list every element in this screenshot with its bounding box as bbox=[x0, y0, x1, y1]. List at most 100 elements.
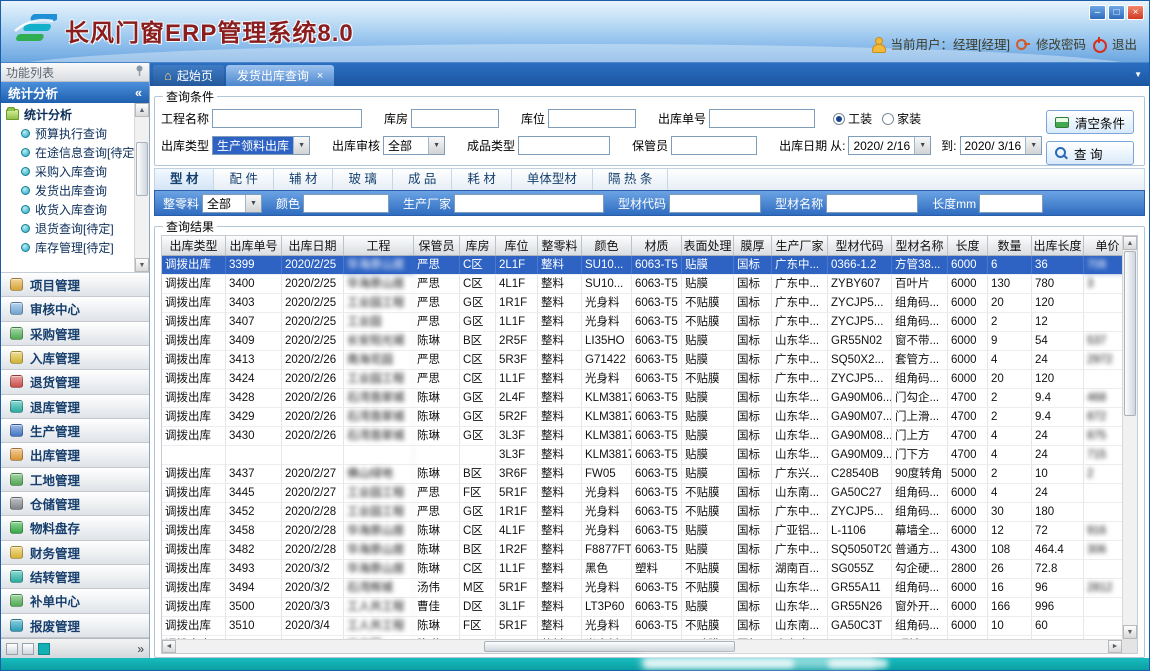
tree-item[interactable]: 退货查询[待定] bbox=[1, 219, 134, 238]
date-to-picker[interactable]: 2020/ 3/16 ▼ bbox=[960, 136, 1043, 155]
column-header[interactable]: 出库单号 bbox=[226, 236, 282, 255]
change-password-link[interactable]: 修改密码 bbox=[1036, 34, 1086, 53]
table-row[interactable]: 调拨出库34242020/2/26工业园工程严思C区1L1F整料光身料6063-… bbox=[162, 370, 1122, 389]
sidebar-menu-item[interactable]: 退库管理 bbox=[1, 395, 149, 419]
tree-item[interactable]: 发货出库查询 bbox=[1, 181, 134, 200]
sidebar-menu-item[interactable]: 审核中心 bbox=[1, 297, 149, 321]
radio-jiazhuang-control[interactable] bbox=[882, 113, 894, 125]
scroll-left-icon[interactable]: ◄ bbox=[162, 640, 176, 653]
material-tab[interactable]: 辅 材 bbox=[274, 169, 333, 190]
table-row[interactable]: 调拨出库34822020/2/28华海原山居陈琳B区1R2F整料F8877FT6… bbox=[162, 541, 1122, 560]
column-header[interactable]: 出库长度 bbox=[1032, 236, 1084, 255]
tree-item[interactable]: 在途信息查询[待定] bbox=[1, 143, 134, 162]
table-row[interactable]: 调拨出库34942020/3/2石湾辉城汤伟M区5R1F整料光身料6063-T5… bbox=[162, 579, 1122, 598]
scroll-down-icon[interactable]: ▼ bbox=[1123, 625, 1137, 639]
material-tab[interactable]: 单体型材 bbox=[512, 169, 593, 190]
column-header[interactable]: 库房 bbox=[460, 236, 496, 255]
table-row[interactable]: 3L3F整料KLM38176063-T5贴膜国标山东华...GA90M09...… bbox=[162, 446, 1122, 465]
table-row[interactable]: 调拨出库34292020/2/26石湾翡翠城陈琳G区5R2F整料KLM38176… bbox=[162, 408, 1122, 427]
column-header[interactable]: 表面处理 bbox=[682, 236, 734, 255]
material-tab[interactable]: 耗 材 bbox=[452, 169, 511, 190]
scroll-right-icon[interactable]: ► bbox=[1108, 640, 1122, 653]
combo-arrow-icon[interactable]: ▼ bbox=[245, 195, 261, 212]
profile-name-input[interactable] bbox=[826, 194, 918, 213]
close-button[interactable]: × bbox=[1127, 5, 1144, 20]
table-horizontal-scrollbar[interactable]: ◄ ► bbox=[162, 639, 1122, 653]
table-row[interactable]: 调拨出库34452020/2/27工业园工程严思F区5R1F整料光身料6063-… bbox=[162, 484, 1122, 503]
scroll-up-icon[interactable]: ▲ bbox=[135, 103, 149, 117]
radio-gongzhuang-control[interactable] bbox=[833, 113, 845, 125]
pin-icon[interactable] bbox=[135, 65, 144, 80]
table-row[interactable]: 调拨出库34002020/2/25华海原山居严思C区4L1F整料SU10...6… bbox=[162, 275, 1122, 294]
column-header[interactable]: 颜色 bbox=[582, 236, 632, 255]
sidebar-menu-item[interactable]: 采购管理 bbox=[1, 322, 149, 346]
tree-scroll-track[interactable] bbox=[135, 117, 149, 258]
combo-arrow-icon[interactable]: ▼ bbox=[428, 137, 444, 154]
footer-tool-icon[interactable] bbox=[38, 643, 50, 655]
tabstrip-dropdown-icon[interactable]: ▼ bbox=[1134, 70, 1142, 79]
table-row[interactable]: 调拨出库34522020/2/28工业园工程严思G区1R1F整料光身料6063-… bbox=[162, 503, 1122, 522]
column-header[interactable]: 单价 bbox=[1084, 236, 1122, 255]
column-header[interactable]: 工程 bbox=[344, 236, 414, 255]
footer-tool-icon[interactable] bbox=[22, 643, 34, 655]
minimize-button[interactable]: – bbox=[1089, 5, 1106, 20]
search-button[interactable]: 查 询 bbox=[1046, 141, 1134, 165]
combo-arrow-icon[interactable]: ▼ bbox=[293, 137, 309, 154]
collapse-icon[interactable]: « bbox=[135, 86, 142, 100]
sidebar-menu-item[interactable]: 报废管理 bbox=[1, 614, 149, 638]
color-input[interactable] bbox=[303, 194, 389, 213]
table-row[interactable]: 调拨出库34302020/2/26石湾翡翠城陈琳G区3L3F整料KLM38176… bbox=[162, 427, 1122, 446]
column-header[interactable]: 出库日期 bbox=[282, 236, 344, 255]
keeper-input[interactable] bbox=[671, 136, 757, 155]
whole-part-select[interactable]: 全部 ▼ bbox=[202, 194, 262, 213]
tree-root[interactable]: 统计分析 bbox=[1, 105, 134, 124]
maximize-button[interactable]: □ bbox=[1108, 5, 1125, 20]
table-row[interactable]: 调拨出库34582020/2/28华海原山居陈琳C区4L1F整料光身料6063-… bbox=[162, 522, 1122, 541]
tree-scroll-thumb[interactable] bbox=[136, 142, 148, 196]
radio-jiazhuang[interactable]: 家装 bbox=[882, 110, 921, 127]
material-tab[interactable]: 配 件 bbox=[214, 169, 273, 190]
warehouse-input[interactable] bbox=[411, 109, 499, 128]
column-header[interactable]: 库位 bbox=[496, 236, 538, 255]
column-header[interactable]: 材质 bbox=[632, 236, 682, 255]
table-row[interactable]: 调拨出库34092020/2/25长安阳光城陈琳B区2R5F整料LI35HO60… bbox=[162, 332, 1122, 351]
sidebar-menu-item[interactable]: 退货管理 bbox=[1, 370, 149, 394]
location-input[interactable] bbox=[548, 109, 636, 128]
column-header[interactable]: 长度 bbox=[948, 236, 988, 255]
sidebar-menu-item[interactable]: 财务管理 bbox=[1, 541, 149, 565]
tree-item[interactable]: 库存管理[待定] bbox=[1, 238, 134, 257]
sidebar-menu-item[interactable]: 出库管理 bbox=[1, 443, 149, 467]
project-name-input[interactable] bbox=[212, 109, 362, 128]
table-row[interactable]: 调拨出库34072020/2/25工业园严思G区1L1F整料光身料6063-T5… bbox=[162, 313, 1122, 332]
length-input[interactable] bbox=[979, 194, 1043, 213]
column-header[interactable]: 膜厚 bbox=[734, 236, 772, 255]
manufacturer-input[interactable] bbox=[454, 194, 604, 213]
table-row[interactable]: 调拨出库34932020/3/2华海原山居陈琳C区1L1F整料黑色塑料不贴膜国标… bbox=[162, 560, 1122, 579]
sidebar-menu-item[interactable]: 补单中心 bbox=[1, 589, 149, 613]
table-row[interactable]: 调拨出库34132020/2/26南海花园严思C区5R3F整料G71422606… bbox=[162, 351, 1122, 370]
sidebar-menu-item[interactable]: 仓储管理 bbox=[1, 492, 149, 516]
logout-link[interactable]: 退出 bbox=[1112, 34, 1137, 53]
h-scroll-thumb[interactable] bbox=[484, 641, 736, 652]
sidebar-menu-item[interactable]: 入库管理 bbox=[1, 346, 149, 370]
sidebar-menu-item[interactable]: 项目管理 bbox=[1, 273, 149, 297]
column-header[interactable]: 数量 bbox=[988, 236, 1032, 255]
column-header[interactable]: 型材名称 bbox=[892, 236, 948, 255]
out-type-select[interactable]: 生产领料出库 ▼ bbox=[212, 136, 310, 155]
sidebar-menu-item[interactable]: 物料盘存 bbox=[1, 516, 149, 540]
table-vertical-scrollbar[interactable]: ▲ ▼ bbox=[1122, 236, 1137, 639]
scroll-up-icon[interactable]: ▲ bbox=[1123, 236, 1137, 250]
tree-item[interactable]: 采购入库查询 bbox=[1, 162, 134, 181]
table-row[interactable]: 调拨出库35102020/3/4工人共工程陈琳F区5R1F整料光身料6063-T… bbox=[162, 617, 1122, 636]
sidebar-menu-item[interactable]: 生产管理 bbox=[1, 419, 149, 443]
table-row[interactable]: 调拨出库34032020/2/25工业园工程严思G区1R1F整料光身料6063-… bbox=[162, 294, 1122, 313]
table-row[interactable]: 调拨出库34372020/2/27佛山绿地陈琳B区3R6F整料FW056063-… bbox=[162, 465, 1122, 484]
clear-conditions-button[interactable]: 清空条件 bbox=[1046, 110, 1134, 134]
sidebar-menu-item[interactable]: 工地管理 bbox=[1, 468, 149, 492]
scroll-down-icon[interactable]: ▼ bbox=[135, 258, 149, 272]
order-no-input[interactable] bbox=[709, 109, 815, 128]
profile-code-input[interactable] bbox=[669, 194, 761, 213]
tree-scrollbar[interactable]: ▲ ▼ bbox=[134, 103, 149, 272]
tree-item[interactable]: 预算执行查询 bbox=[1, 124, 134, 143]
tab-start-page[interactable]: ⌂ 起始页 bbox=[153, 65, 224, 86]
